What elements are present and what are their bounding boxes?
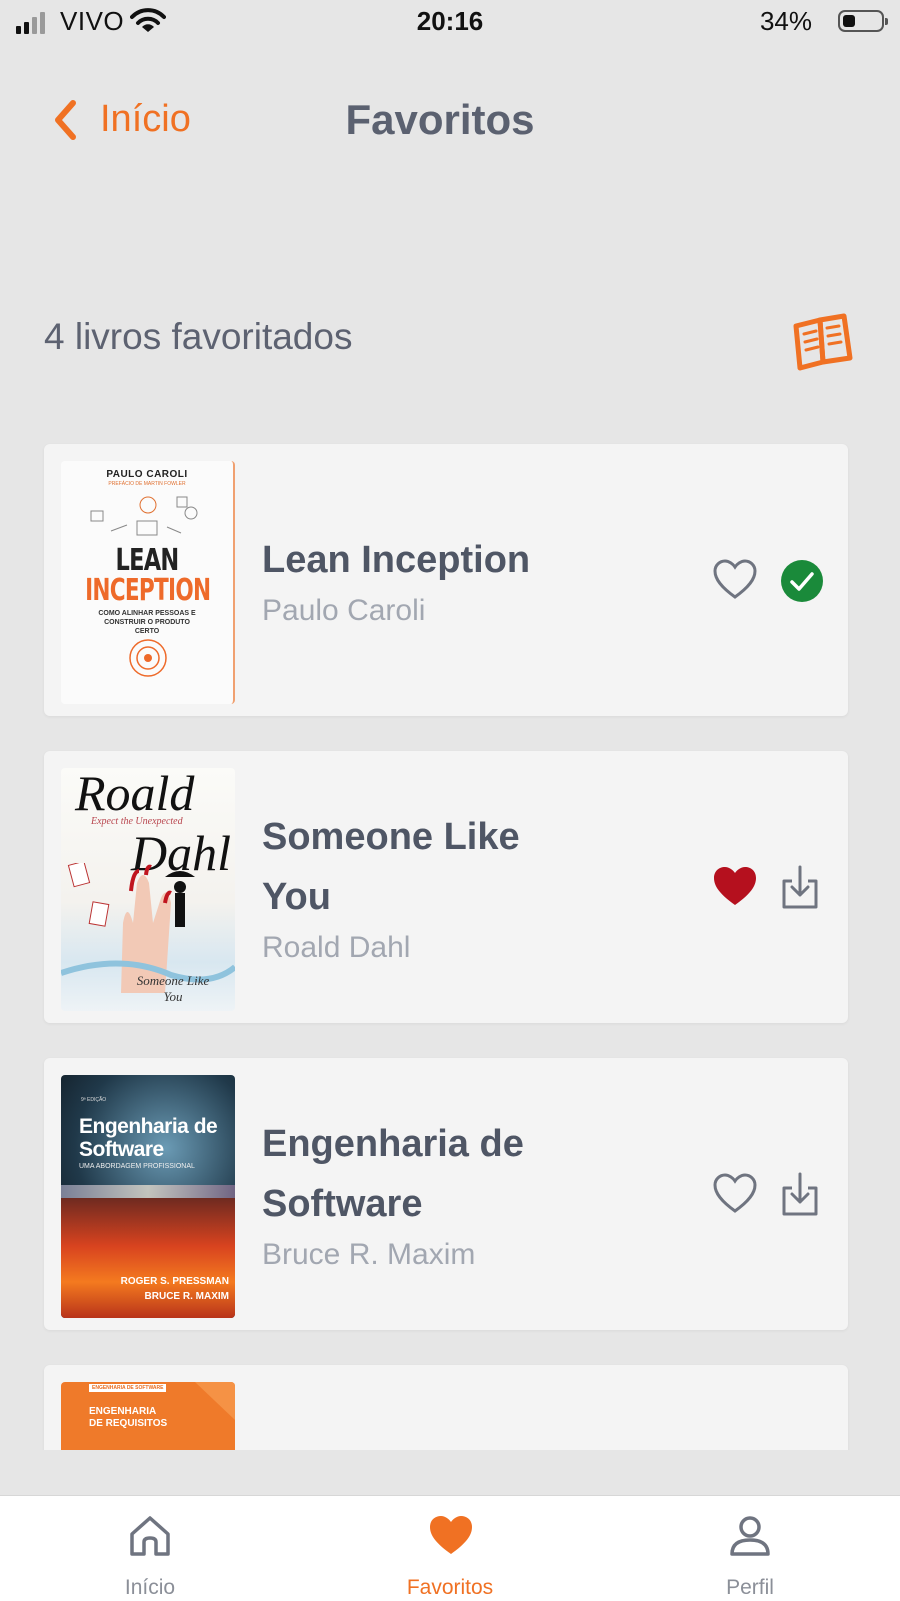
book-title: Engenharia de Software [262, 1123, 524, 1225]
favorite-heart-outline-icon[interactable] [712, 558, 758, 605]
book-title: Lean Inception [262, 539, 531, 581]
cover-subtitle: PREFÁCIO DE MARTIN FOWLER [108, 481, 186, 487]
downloaded-check-icon[interactable] [780, 559, 824, 608]
book-open-icon[interactable] [792, 312, 854, 377]
target-icon [129, 639, 167, 677]
tab-bar: Início Favoritos Perfil [0, 1495, 900, 1601]
favorites-list[interactable]: PAULO CAROLI PREFÁCIO DE MARTIN FOWLER L… [0, 440, 900, 1450]
book-cover: PAULO CAROLI PREFÁCIO DE MARTIN FOWLER L… [61, 461, 235, 704]
tab-label: Início [124, 1576, 176, 1599]
cover-tagline: COMO ALINHAR PESSOAS E CONSTRUIR O PRODU… [98, 610, 196, 635]
download-icon[interactable] [780, 1172, 820, 1223]
download-icon[interactable] [780, 865, 820, 916]
book-cover: ENGENHARIA DE SOFTWARE ENGENHARIA DE REQ… [61, 1382, 235, 1450]
cover-title: ENGENHARIA DE REQUISITOS [89, 1406, 168, 1429]
battery-icon [838, 10, 888, 32]
cover-authors: ROGER S. PRESSMAN BRUCE R. MAXIM [120, 1276, 229, 1302]
cover-tag: ENGENHARIA DE SOFTWARE [89, 1384, 167, 1392]
book-card[interactable]: 9ª EDIÇÃO Engenharia de Software UMA ABO… [44, 1058, 848, 1330]
cover-title: Someone Like You [136, 973, 210, 1004]
book-author: Bruce R. Maxim [262, 1238, 476, 1271]
tab-perfil[interactable]: Perfil [650, 1496, 850, 1601]
book-author: Paulo Caroli [262, 594, 426, 627]
book-card[interactable]: Roald Expect the Unexpected Dahl Someone… [44, 751, 848, 1023]
cover-edition: 9ª EDIÇÃO [81, 1097, 107, 1103]
tab-label: Perfil [726, 1576, 774, 1599]
tab-label: Favoritos [406, 1576, 494, 1599]
home-icon [128, 1514, 172, 1563]
cover-title: Engenharia de Software [79, 1115, 218, 1161]
favorite-heart-filled-icon[interactable] [712, 865, 758, 912]
book-author: Roald Dahl [262, 931, 411, 964]
favorite-heart-outline-icon[interactable] [712, 1172, 758, 1219]
book-title: Someone Like You [262, 816, 520, 918]
status-bar: VIVO 20:16 34% [0, 0, 900, 46]
cover-author-first: Roald [75, 768, 195, 821]
person-icon [728, 1514, 772, 1563]
cover-subtitle: UMA ABORDAGEM PROFISSIONAL [79, 1163, 195, 1170]
cover-author: PAULO CAROLI [106, 469, 188, 480]
favorites-count: 4 livros favoritados [44, 316, 353, 357]
cover-title-line2: INCEPTION [85, 573, 211, 608]
book-cover: Roald Expect the Unexpected Dahl Someone… [61, 768, 235, 1011]
battery-percentage: 34% [759, 6, 812, 36]
book-card[interactable]: PAULO CAROLI PREFÁCIO DE MARTIN FOWLER L… [44, 444, 848, 716]
cover-illustration-icon [90, 496, 198, 536]
tab-favoritos[interactable]: Favoritos [350, 1496, 550, 1601]
heart-icon [428, 1514, 474, 1561]
book-cover: 9ª EDIÇÃO Engenharia de Software UMA ABO… [61, 1075, 235, 1318]
tab-inicio[interactable]: Início [50, 1496, 250, 1601]
page-title: Favoritos [345, 96, 535, 143]
book-card[interactable]: ENGENHARIA DE SOFTWARE ENGENHARIA DE REQ… [44, 1365, 848, 1450]
